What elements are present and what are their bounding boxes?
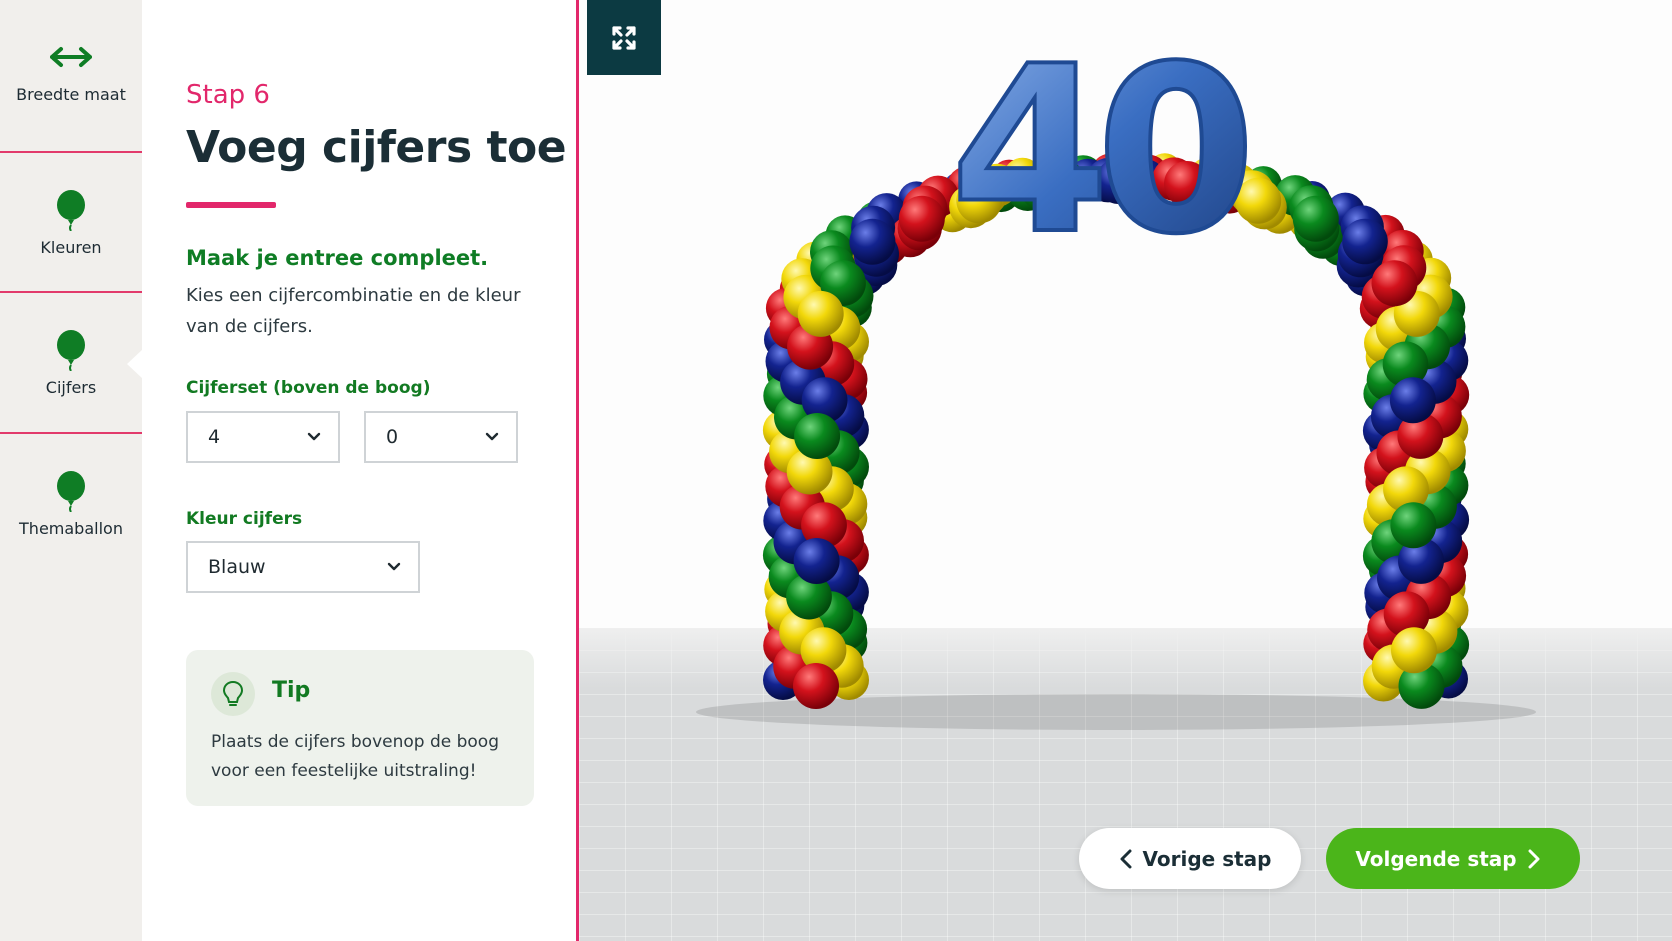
number-balloons: 40 (948, 16, 1262, 287)
sidebar-item-theme-balloon[interactable]: Themaballon (0, 434, 142, 574)
chevron-down-icon (307, 432, 321, 441)
sidebar-item-label: Themaballon (19, 518, 123, 538)
balloon-arch: 40 (696, 16, 1536, 730)
preview-viewer[interactable]: 40 Vorige stap Volgende stap (579, 0, 1672, 941)
next-step-label: Volgende stap (1355, 846, 1517, 871)
balloon-icon (55, 470, 87, 512)
arch-balloon (849, 218, 896, 265)
tip-box: Tip Plaats de cijfers bovenop de boog vo… (186, 650, 534, 806)
digit-1-select[interactable]: 4 (186, 411, 340, 463)
arch-balloon (1390, 502, 1437, 549)
page-title: Voeg cijfers toe (186, 122, 567, 173)
fullscreen-button[interactable] (587, 0, 661, 75)
step-number: Stap 6 (186, 80, 270, 110)
arch-balloon (1389, 377, 1436, 424)
arch-balloon (797, 290, 844, 337)
balloon-icon (55, 189, 87, 231)
arch-balloon (793, 663, 839, 709)
arch-balloon (1342, 218, 1388, 265)
expand-icon (612, 25, 636, 50)
number-balloon-digits: 40 (950, 18, 1246, 285)
sidebar-item-colors[interactable]: Kleuren (0, 153, 142, 293)
digit-1-value: 4 (208, 426, 221, 448)
tip-text: Plaats de cijfers bovenop de boog voor e… (211, 732, 499, 781)
digit-set-label: Cijferset (boven de boog) (186, 378, 431, 398)
arch-balloon (793, 538, 840, 584)
digit-2-value: 0 (386, 426, 399, 448)
chevron-down-icon (387, 562, 401, 571)
arch-balloon (1371, 260, 1418, 307)
arch-balloon (1391, 627, 1437, 674)
arch-balloon (1235, 177, 1282, 224)
digit-2-select[interactable]: 0 (364, 411, 518, 463)
sidebar-item-numbers[interactable]: Cijfers (0, 293, 142, 433)
width-arrows-icon (50, 37, 92, 77)
color-label: Kleur cijfers (186, 509, 303, 529)
chevron-right-icon (1528, 849, 1540, 868)
step-sidebar: Breedte maat Kleuren Cijfers Themaballon (0, 0, 143, 941)
chevron-left-icon (1120, 849, 1132, 868)
balloon-icon (55, 329, 87, 371)
chevron-down-icon (485, 432, 499, 441)
next-step-button[interactable]: Volgende stap (1326, 828, 1580, 889)
description: Kies een cijfercombinatie en de kleur va… (186, 285, 521, 337)
previous-step-button[interactable]: Vorige stap (1079, 828, 1301, 889)
arch-balloon (794, 413, 841, 459)
lead-text: Maak je entree compleet. (186, 246, 489, 270)
arch-balloon (1292, 195, 1339, 242)
arch-balloon (898, 195, 945, 242)
previous-step-label: Vorige stap (1142, 846, 1272, 871)
sidebar-item-label: Kleuren (40, 237, 102, 257)
lightbulb-icon (211, 672, 255, 716)
number-color-select[interactable]: Blauw (186, 541, 420, 593)
sidebar-item-label: Breedte maat (16, 84, 126, 104)
sidebar-item-label: Cijfers (45, 377, 97, 397)
title-accent (186, 202, 276, 208)
sidebar-item-width[interactable]: Breedte maat (0, 0, 142, 140)
tip-title: Tip (272, 678, 311, 703)
number-color-value: Blauw (208, 556, 266, 578)
active-indicator (127, 349, 143, 379)
config-panel: Stap 6 Voeg cijfers toe Maak je entree c… (142, 0, 578, 941)
